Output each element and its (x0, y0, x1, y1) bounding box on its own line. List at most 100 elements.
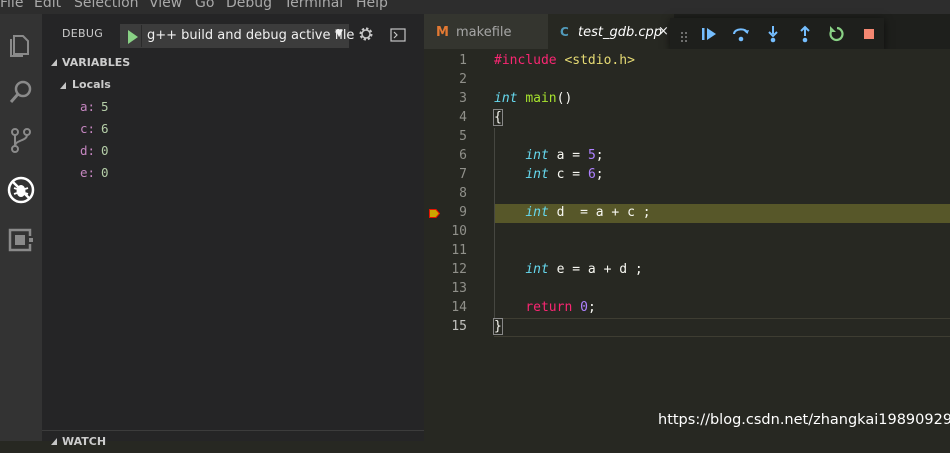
variable-name: d: (80, 143, 96, 158)
line-number: 6 (459, 148, 467, 163)
debug-icon[interactable] (5, 174, 37, 206)
makefile-icon: M (436, 25, 449, 40)
search-icon[interactable] (5, 76, 37, 108)
line-number: 11 (451, 243, 467, 258)
indent-guide (494, 280, 495, 299)
line-number: 12 (451, 262, 467, 277)
code-line: 15 } (424, 318, 950, 337)
menu-edit[interactable]: Edit (34, 0, 61, 11)
menu-view[interactable]: View (149, 0, 182, 11)
watch-section-header[interactable]: WATCH (42, 430, 424, 453)
code-line: 6 int a = 5; (424, 147, 950, 166)
indent-guide (494, 223, 495, 242)
step-out-icon[interactable] (796, 25, 814, 43)
cpp-file-icon: C (560, 25, 569, 39)
code-text: int d = a + c ; (525, 205, 651, 220)
line-number: 14 (451, 300, 467, 315)
variables-section-title: VARIABLES (62, 56, 131, 69)
code-text: } (493, 318, 503, 335)
code-editor[interactable]: 1 #include <stdio.h> 2 3 int main() 4 { … (424, 49, 950, 441)
code-line: 10 (424, 223, 950, 242)
expanded-twisty-icon (60, 82, 66, 89)
menu-debug[interactable]: Debug (226, 0, 272, 11)
debug-console-icon[interactable] (390, 27, 406, 42)
launch-config-select[interactable]: g++ build and debug active file ▼ (141, 25, 354, 47)
step-over-icon[interactable] (732, 25, 750, 43)
menu-terminal[interactable]: Terminal (284, 0, 343, 11)
launch-config-box: g++ build and debug active file ▼ (120, 24, 354, 48)
code-line: 7 int c = 6; (424, 166, 950, 185)
code-line: 11 (424, 242, 950, 261)
debug-toolbar: DEBUG g++ build and debug active file ▼ (42, 14, 424, 52)
line-number: 9 (459, 205, 467, 220)
variable-row[interactable]: d: 0 (42, 140, 424, 162)
chevron-down-icon: ▼ (335, 28, 343, 39)
watermark: https://blog.csdn.net/zhangkai19890929 (658, 412, 950, 428)
indent-guide (494, 185, 495, 204)
line-number: 2 (459, 72, 467, 87)
variable-row[interactable]: a: 5 (42, 96, 424, 118)
code-line: 12 int e = a + d ; (424, 261, 950, 280)
continue-icon[interactable] (700, 25, 718, 43)
line-number: 1 (459, 53, 467, 68)
menu-bar: File Edit Selection View Go Debug Termin… (0, 0, 950, 14)
variable-row[interactable]: c: 6 (42, 118, 424, 140)
line-number: 13 (451, 281, 467, 296)
code-line: 3 int main() (424, 90, 950, 109)
code-text: int e = a + d ; (525, 262, 643, 277)
variable-name: a: (80, 99, 96, 114)
files-icon[interactable] (5, 28, 37, 60)
menu-file[interactable]: File (0, 0, 23, 11)
floating-debug-toolbar (670, 18, 884, 50)
start-debugging-button[interactable] (127, 29, 139, 44)
menu-go[interactable]: Go (195, 0, 214, 11)
variable-name: c: (80, 121, 96, 136)
watch-section-title: WATCH (62, 435, 107, 448)
locals-scope-label: Locals (72, 78, 111, 91)
variable-row[interactable]: e: 0 (42, 162, 424, 184)
code-line: 5 (424, 128, 950, 147)
menu-help[interactable]: Help (356, 0, 388, 11)
line-number: 10 (451, 224, 467, 239)
variables-section-header[interactable]: VARIABLES (42, 52, 424, 74)
step-into-icon[interactable] (764, 25, 782, 43)
activity-bar (0, 14, 42, 441)
tab-makefile[interactable]: M makefile (424, 14, 548, 49)
source-control-icon[interactable] (5, 124, 37, 156)
code-text: int main() (494, 91, 573, 106)
debug-sidebar: DEBUG g++ build and debug active file ▼ (42, 14, 424, 448)
debug-title: DEBUG (62, 27, 104, 40)
code-line: 14 return 0; (424, 299, 950, 318)
extensions-icon[interactable] (5, 224, 37, 256)
gear-icon[interactable] (358, 26, 374, 42)
menu-selection[interactable]: Selection (74, 0, 139, 11)
code-text: int a = 5; (525, 148, 604, 163)
variable-name: e: (80, 165, 96, 180)
tab-label: makefile (456, 25, 512, 40)
variable-value: 6 (101, 121, 109, 136)
code-line: 8 (424, 185, 950, 204)
variable-value: 0 (101, 165, 109, 180)
line-number: 15 (451, 319, 467, 334)
code-text: #include <stdio.h> (494, 53, 635, 68)
tab-test-gdb-cpp[interactable]: C test_gdb.cpp × (548, 14, 674, 49)
locals-scope[interactable]: Locals (42, 74, 424, 96)
drag-handle-icon[interactable] (680, 28, 688, 42)
variable-value: 0 (101, 143, 109, 158)
line-number: 4 (459, 110, 467, 125)
indent-guide (494, 242, 495, 261)
restart-icon[interactable] (828, 25, 846, 43)
current-execution-line: 9 int d = a + c ; (424, 204, 950, 223)
launch-config-label: g++ build and debug active file (147, 28, 355, 43)
code-line: 13 (424, 280, 950, 299)
code-line: 4 { (424, 109, 950, 128)
variable-value: 5 (101, 99, 109, 114)
stop-icon[interactable] (860, 25, 878, 43)
close-icon[interactable]: × (658, 24, 669, 39)
line-number: 7 (459, 167, 467, 182)
code-text: { (493, 109, 503, 126)
code-line: 1 #include <stdio.h> (424, 52, 950, 71)
code-text: return 0; (525, 300, 596, 315)
line-number: 3 (459, 91, 467, 106)
line-number: 5 (459, 129, 467, 144)
